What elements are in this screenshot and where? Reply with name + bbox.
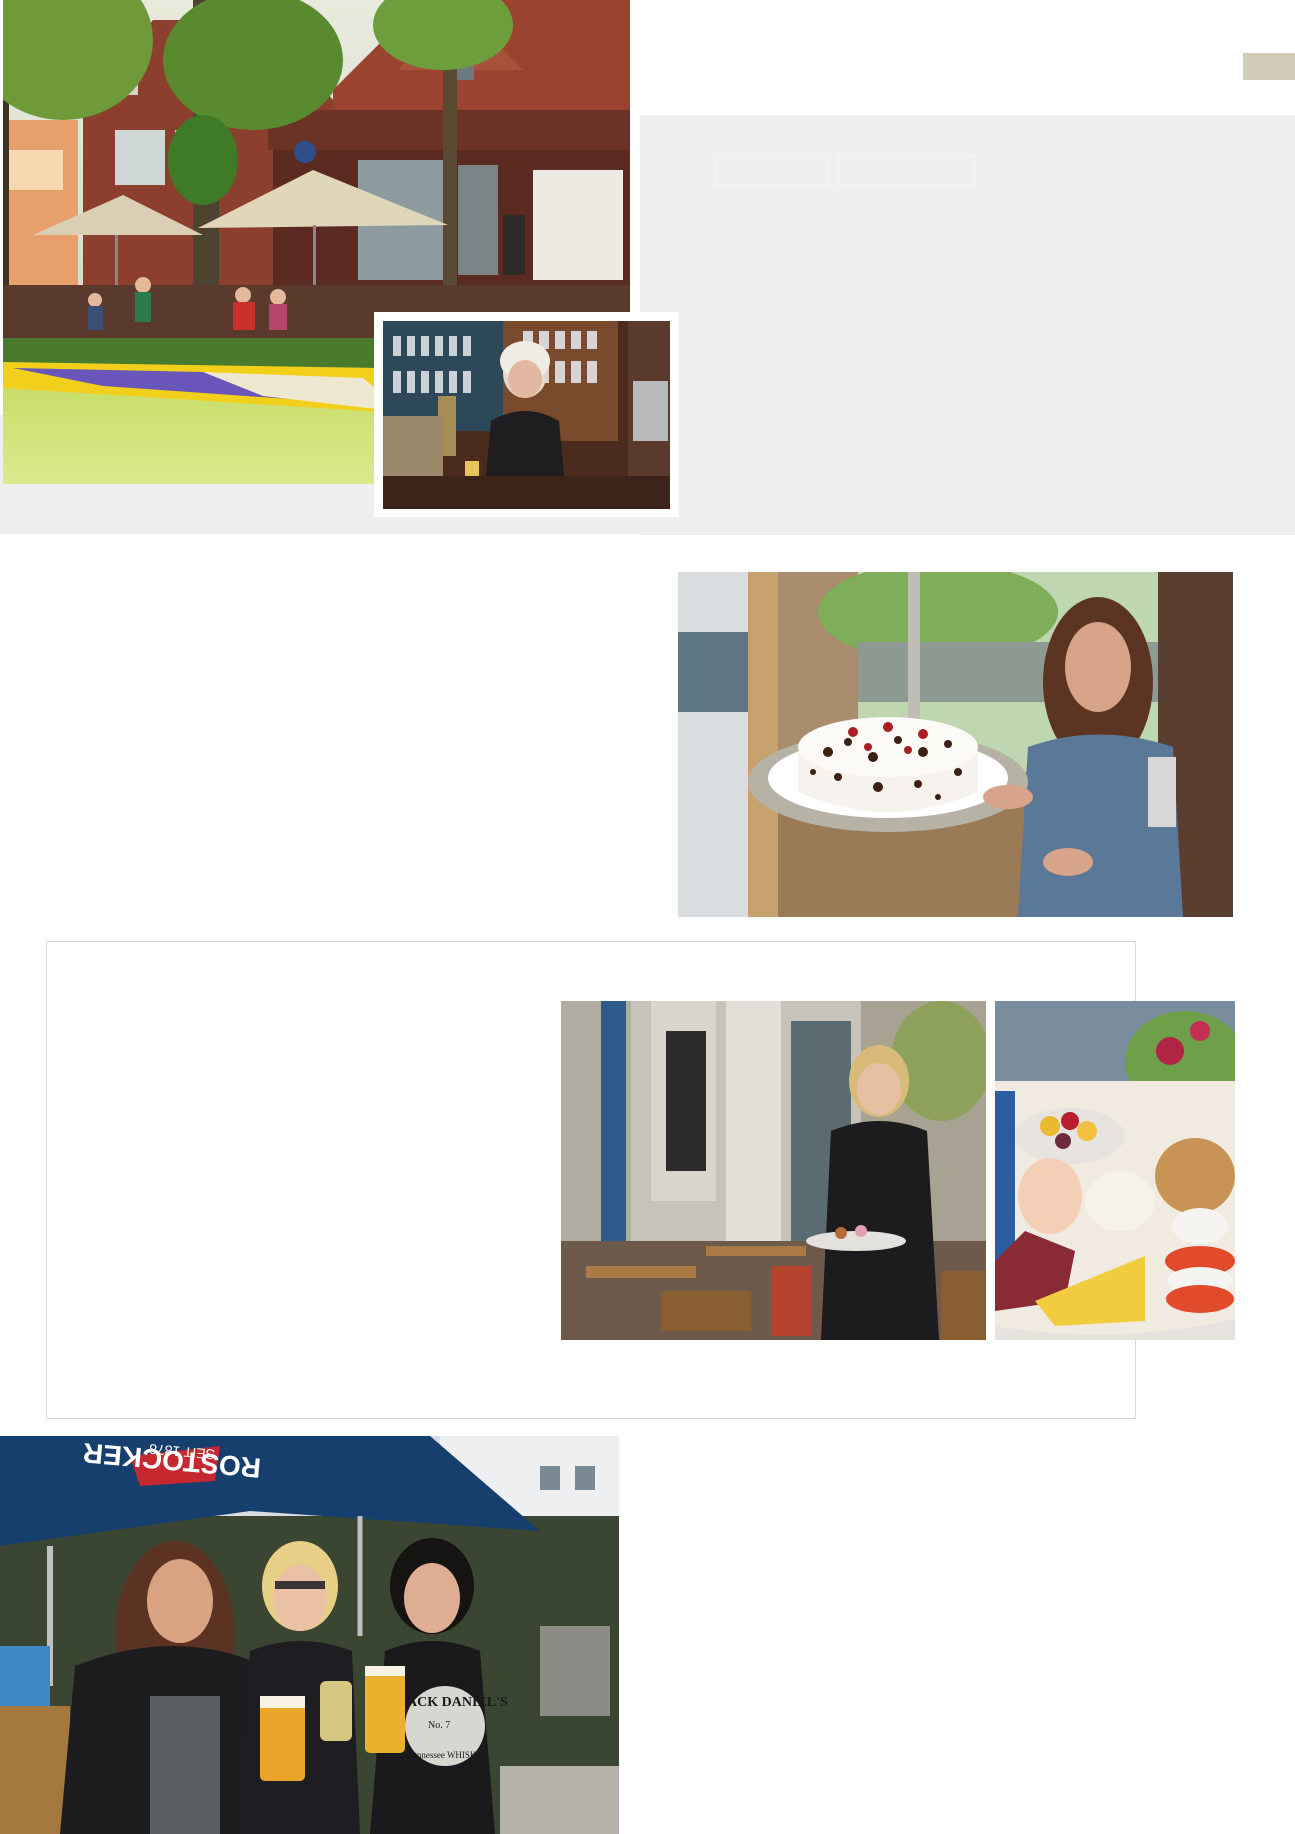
header-tab-2	[838, 156, 975, 186]
accent-tab	[1243, 53, 1295, 80]
beer-garden-photo: ROSTOCKER SEIT 1878 JACK DANIEL'S No. 7 …	[0, 1436, 619, 1834]
bar-tap-photo	[383, 321, 670, 509]
shirt-text: JACK DANIEL'S	[400, 1695, 508, 1710]
header-tab-1	[716, 156, 828, 186]
terrace-waitress-photo	[561, 1001, 986, 1340]
shirt-badge: No. 7	[428, 1720, 450, 1731]
cake-photo	[678, 572, 1233, 917]
breakfast-photo	[995, 1001, 1235, 1340]
shirt-subtext: Tennessee WHISKEY	[408, 1750, 489, 1760]
